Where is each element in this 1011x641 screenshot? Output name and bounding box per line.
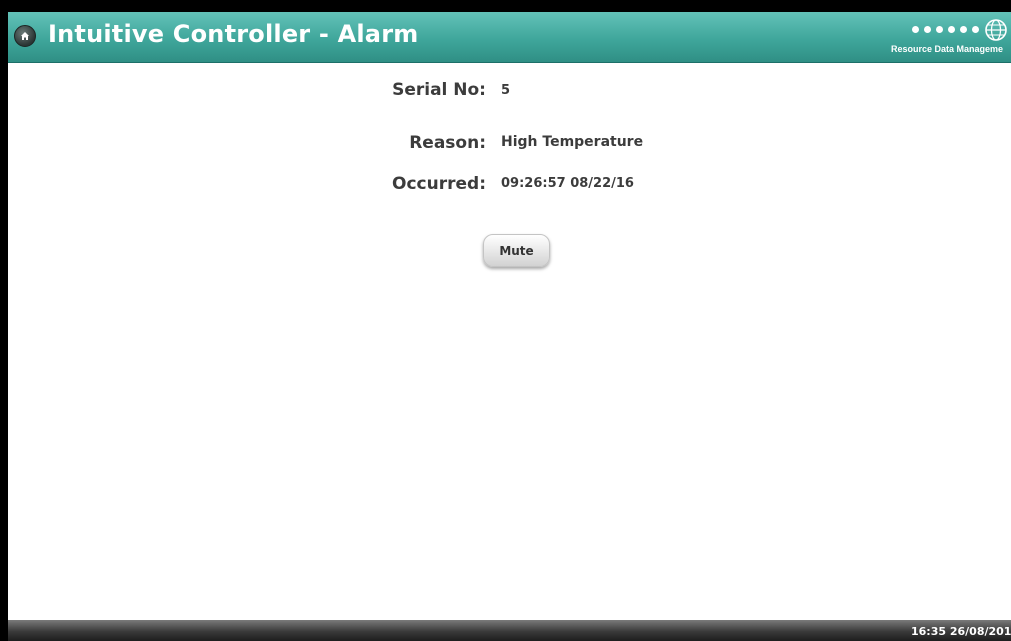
- logo-text: Resource Data Manageme: [891, 44, 1004, 54]
- app-window: Intuitive Controller - Alarm Resource Da…: [0, 0, 1011, 641]
- occurred-label: Occurred:: [392, 174, 486, 194]
- logo-dots-icon: [912, 26, 979, 33]
- serial-no-label: Serial No:: [392, 80, 486, 100]
- status-bar: 16:35 26/08/201: [8, 620, 1011, 641]
- window-title: Intuitive Controller - Alarm: [48, 20, 419, 48]
- mute-button[interactable]: Mute: [483, 234, 550, 267]
- home-icon[interactable]: [14, 25, 36, 47]
- serial-no-value: 5: [501, 83, 511, 98]
- clock: 16:35 26/08/201: [911, 625, 1011, 638]
- reason-label: Reason:: [409, 133, 486, 153]
- title-bar: Intuitive Controller - Alarm Resource Da…: [8, 12, 1011, 63]
- occurred-value: 09:26:57 08/22/16: [501, 176, 634, 191]
- rdm-globe-icon: [985, 19, 1007, 41]
- company-logo: Resource Data Manageme: [861, 18, 1011, 58]
- reason-value: High Temperature: [501, 134, 644, 150]
